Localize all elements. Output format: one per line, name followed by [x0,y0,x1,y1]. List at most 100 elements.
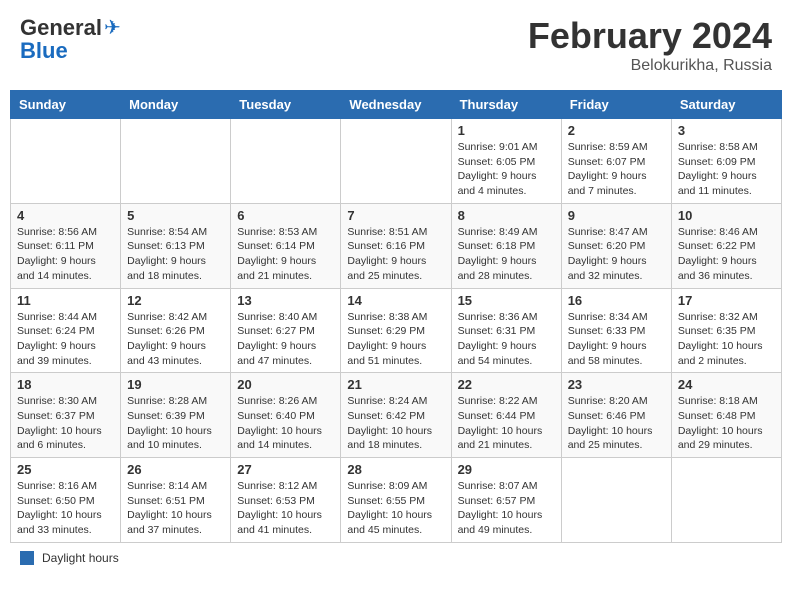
column-header-wednesday: Wednesday [341,91,451,119]
location-subtitle: Belokurikha, Russia [528,57,772,75]
calendar-cell: 28 Sunrise: 8:09 AM Sunset: 6:55 PM Dayli… [341,458,451,543]
calendar-week-row: 1Sunrise: 9:01 AM Sunset: 6:05 PM Daylig… [11,119,782,204]
day-info: Sunrise: 8:38 AM Sunset: 6:29 PM Dayligh… [347,310,444,369]
calendar-cell: 25Sunrise: 8:16 AM Sunset: 6:50 PM Dayli… [11,458,121,543]
calendar-cell: 26 Sunrise: 8:14 AM Sunset: 6:51 PM Dayli… [121,458,231,543]
day-info: Sunrise: 8:49 AM Sunset: 6:18 PM Dayligh… [458,225,555,284]
day-info: Sunrise: 8:59 AM Sunset: 6:07 PM Dayligh… [568,140,665,199]
day-number: 26 [127,462,224,477]
day-info: Sunrise: 8:44 AM Sunset: 6:24 PM Dayligh… [17,310,114,369]
calendar-cell: 1Sunrise: 9:01 AM Sunset: 6:05 PM Daylig… [451,119,561,204]
calendar-cell: 27 Sunrise: 8:12 AM Sunset: 6:53 PM Dayli… [231,458,341,543]
calendar-cell: 10 Sunrise: 8:46 AM Sunset: 6:22 PM Dayli… [671,203,781,288]
calendar-cell: 5 Sunrise: 8:54 AM Sunset: 6:13 PM Daylig… [121,203,231,288]
day-number: 6 [237,208,334,223]
day-info: Sunrise: 8:12 AM Sunset: 6:53 PM Dayligh… [237,479,334,538]
column-header-friday: Friday [561,91,671,119]
day-number: 28 [347,462,444,477]
calendar-table: SundayMondayTuesdayWednesdayThursdayFrid… [10,90,782,543]
calendar-cell: 22 Sunrise: 8:22 AM Sunset: 6:44 PM Dayli… [451,373,561,458]
calendar-cell: 17Sunrise: 8:32 AM Sunset: 6:35 PM Dayli… [671,288,781,373]
day-number: 21 [347,377,444,392]
calendar-cell: 23Sunrise: 8:20 AM Sunset: 6:46 PM Dayli… [561,373,671,458]
calendar-cell: 14 Sunrise: 8:38 AM Sunset: 6:29 PM Dayli… [341,288,451,373]
day-info: Sunrise: 8:14 AM Sunset: 6:51 PM Dayligh… [127,479,224,538]
calendar-cell [231,119,341,204]
calendar-header-row: SundayMondayTuesdayWednesdayThursdayFrid… [11,91,782,119]
column-header-monday: Monday [121,91,231,119]
day-number: 3 [678,123,775,138]
day-number: 5 [127,208,224,223]
calendar-cell: 13 Sunrise: 8:40 AM Sunset: 6:27 PM Dayli… [231,288,341,373]
day-info: Sunrise: 8:46 AM Sunset: 6:22 PM Dayligh… [678,225,775,284]
day-number: 12 [127,293,224,308]
day-number: 16 [568,293,665,308]
legend-label: Daylight hours [42,551,119,565]
day-number: 14 [347,293,444,308]
calendar-week-row: 4Sunrise: 8:56 AM Sunset: 6:11 PM Daylig… [11,203,782,288]
day-number: 20 [237,377,334,392]
day-number: 4 [17,208,114,223]
day-number: 11 [17,293,114,308]
day-number: 9 [568,208,665,223]
day-number: 1 [458,123,555,138]
day-number: 25 [17,462,114,477]
calendar-week-row: 18 Sunrise: 8:30 AM Sunset: 6:37 PM Dayli… [11,373,782,458]
day-info: Sunrise: 8:40 AM Sunset: 6:27 PM Dayligh… [237,310,334,369]
day-info: Sunrise: 8:26 AM Sunset: 6:40 PM Dayligh… [237,394,334,453]
day-number: 22 [458,377,555,392]
day-number: 23 [568,377,665,392]
calendar-cell: 20 Sunrise: 8:26 AM Sunset: 6:40 PM Dayli… [231,373,341,458]
day-info: Sunrise: 8:36 AM Sunset: 6:31 PM Dayligh… [458,310,555,369]
day-number: 7 [347,208,444,223]
day-info: Sunrise: 8:47 AM Sunset: 6:20 PM Dayligh… [568,225,665,284]
calendar-cell [341,119,451,204]
calendar-cell: 24 Sunrise: 8:18 AM Sunset: 6:48 PM Dayli… [671,373,781,458]
day-info: Sunrise: 8:42 AM Sunset: 6:26 PM Dayligh… [127,310,224,369]
day-info: Sunrise: 8:07 AM Sunset: 6:57 PM Dayligh… [458,479,555,538]
day-info: Sunrise: 8:54 AM Sunset: 6:13 PM Dayligh… [127,225,224,284]
calendar-cell: 16 Sunrise: 8:34 AM Sunset: 6:33 PM Dayli… [561,288,671,373]
logo: General ✈ Blue [20,15,121,62]
day-info: Sunrise: 8:30 AM Sunset: 6:37 PM Dayligh… [17,394,114,453]
day-info: Sunrise: 8:18 AM Sunset: 6:48 PM Dayligh… [678,394,775,453]
calendar-cell: 4Sunrise: 8:56 AM Sunset: 6:11 PM Daylig… [11,203,121,288]
calendar-cell: 2 Sunrise: 8:59 AM Sunset: 6:07 PM Daylig… [561,119,671,204]
day-info: Sunrise: 8:58 AM Sunset: 6:09 PM Dayligh… [678,140,775,199]
day-number: 15 [458,293,555,308]
calendar-cell: 19Sunrise: 8:28 AM Sunset: 6:39 PM Dayli… [121,373,231,458]
day-number: 24 [678,377,775,392]
calendar-cell [11,119,121,204]
calendar-week-row: 25Sunrise: 8:16 AM Sunset: 6:50 PM Dayli… [11,458,782,543]
calendar-cell: 12 Sunrise: 8:42 AM Sunset: 6:26 PM Dayli… [121,288,231,373]
calendar-cell: 7 Sunrise: 8:51 AM Sunset: 6:16 PM Daylig… [341,203,451,288]
column-header-tuesday: Tuesday [231,91,341,119]
calendar-cell: 11 Sunrise: 8:44 AM Sunset: 6:24 PM Dayli… [11,288,121,373]
day-number: 2 [568,123,665,138]
calendar-cell: 18 Sunrise: 8:30 AM Sunset: 6:37 PM Dayli… [11,373,121,458]
calendar-cell: 21Sunrise: 8:24 AM Sunset: 6:42 PM Dayli… [341,373,451,458]
day-number: 18 [17,377,114,392]
day-number: 17 [678,293,775,308]
calendar-cell: 6 Sunrise: 8:53 AM Sunset: 6:14 PM Daylig… [231,203,341,288]
day-info: Sunrise: 8:09 AM Sunset: 6:55 PM Dayligh… [347,479,444,538]
calendar-cell: 15 Sunrise: 8:36 AM Sunset: 6:31 PM Dayli… [451,288,561,373]
column-header-thursday: Thursday [451,91,561,119]
column-header-saturday: Saturday [671,91,781,119]
calendar-cell [561,458,671,543]
day-info: Sunrise: 8:34 AM Sunset: 6:33 PM Dayligh… [568,310,665,369]
day-number: 13 [237,293,334,308]
month-year-title: February 2024 [528,15,772,57]
day-number: 19 [127,377,224,392]
day-number: 29 [458,462,555,477]
day-info: Sunrise: 8:22 AM Sunset: 6:44 PM Dayligh… [458,394,555,453]
day-info: Sunrise: 8:53 AM Sunset: 6:14 PM Dayligh… [237,225,334,284]
title-area: February 2024 Belokurikha, Russia [528,15,772,75]
calendar-cell: 9 Sunrise: 8:47 AM Sunset: 6:20 PM Daylig… [561,203,671,288]
calendar-cell [121,119,231,204]
calendar-week-row: 11 Sunrise: 8:44 AM Sunset: 6:24 PM Dayli… [11,288,782,373]
day-number: 27 [237,462,334,477]
legend-color-box [20,551,34,565]
day-info: Sunrise: 8:51 AM Sunset: 6:16 PM Dayligh… [347,225,444,284]
day-number: 10 [678,208,775,223]
